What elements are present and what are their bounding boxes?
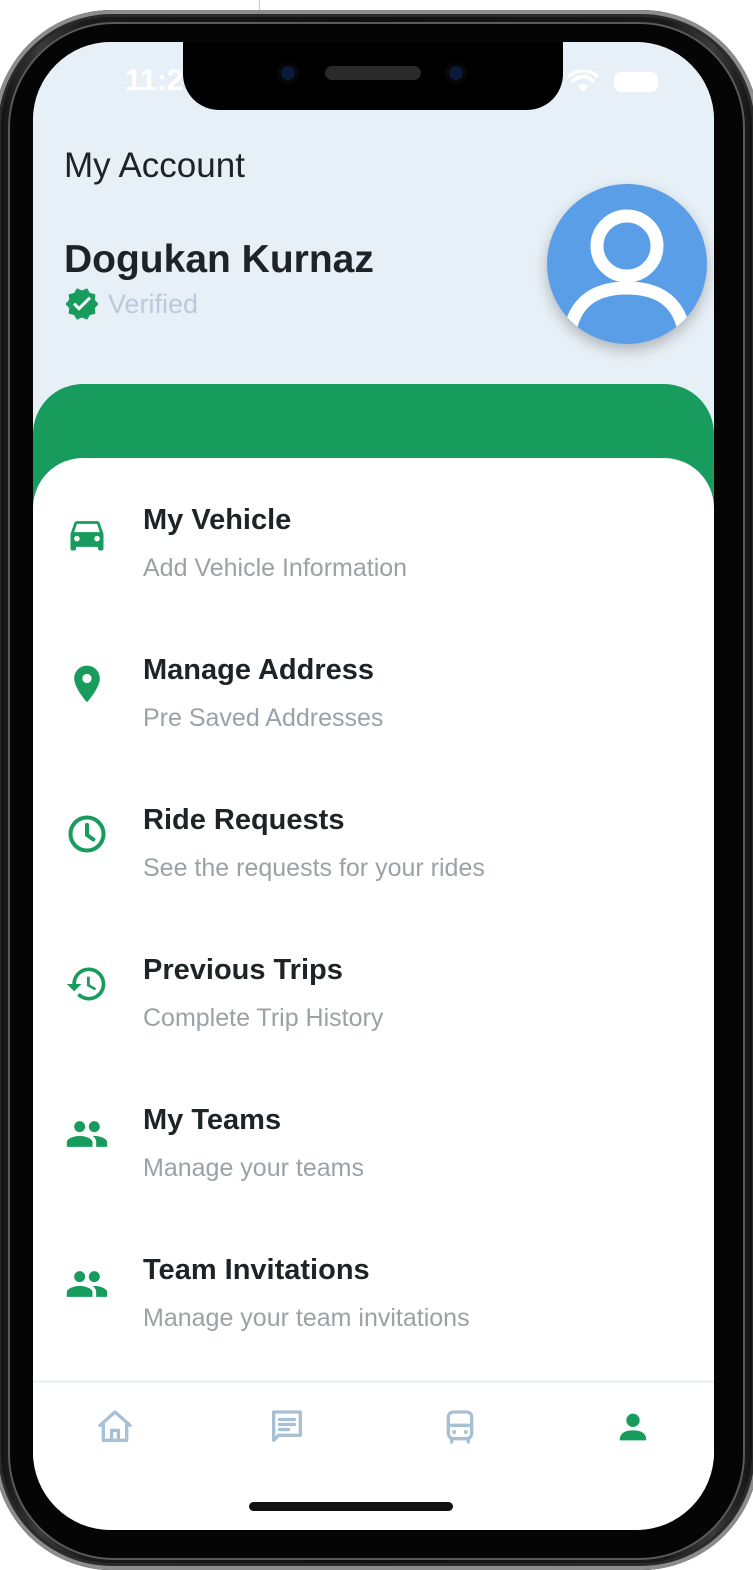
battery-icon bbox=[614, 72, 658, 92]
menu-item-subtitle: Manage your teams bbox=[143, 1154, 364, 1182]
car-icon bbox=[70, 521, 104, 551]
menu-item-my-vehicle[interactable]: My Vehicle Add Vehicle Information bbox=[33, 492, 714, 642]
avatar[interactable] bbox=[547, 184, 707, 344]
clock-icon bbox=[68, 815, 106, 853]
wifi-icon bbox=[568, 70, 598, 92]
menu-item-title: Manage Address bbox=[143, 654, 374, 686]
status-icons bbox=[568, 70, 658, 94]
location-pin-icon bbox=[74, 665, 100, 703]
menu-item-title: My Teams bbox=[143, 1104, 282, 1136]
nav-home-button[interactable] bbox=[95, 1407, 135, 1447]
menu-item-my-teams[interactable]: My Teams Manage your teams bbox=[33, 1092, 714, 1242]
menu-item-subtitle: Complete Trip History bbox=[143, 1004, 384, 1032]
chat-icon bbox=[272, 1410, 302, 1442]
app-screen: 11:2 My Account Dogukan Kurnaz Verified bbox=[33, 42, 714, 1530]
camera-icon bbox=[277, 62, 299, 84]
sensor-icon bbox=[445, 62, 467, 84]
account-menu: My Vehicle Add Vehicle Information Manag… bbox=[33, 492, 714, 1392]
verified-badge: Verified bbox=[64, 286, 198, 322]
nav-messages-button[interactable] bbox=[267, 1407, 307, 1447]
menu-item-manage-address[interactable]: Manage Address Pre Saved Addresses bbox=[33, 642, 714, 792]
menu-item-previous-trips[interactable]: Previous Trips Complete Trip History bbox=[33, 942, 714, 1092]
menu-item-title: Ride Requests bbox=[143, 804, 345, 836]
home-icon bbox=[98, 1410, 132, 1442]
bus-icon bbox=[446, 1410, 474, 1444]
menu-item-title: My Vehicle bbox=[143, 504, 292, 536]
home-indicator[interactable] bbox=[249, 1502, 453, 1511]
menu-item-title: Team Invitations bbox=[143, 1254, 370, 1286]
menu-item-team-invitations[interactable]: Team Invitations Manage your team invita… bbox=[33, 1242, 714, 1392]
people-icon bbox=[66, 1121, 108, 1147]
menu-item-subtitle: See the requests for your rides bbox=[143, 854, 485, 882]
status-time: 11:2 bbox=[125, 64, 184, 97]
menu-item-title: Previous Trips bbox=[143, 954, 343, 986]
nav-profile-button[interactable] bbox=[613, 1407, 653, 1447]
menu-item-ride-requests[interactable]: Ride Requests See the requests for your … bbox=[33, 792, 714, 942]
menu-item-subtitle: Pre Saved Addresses bbox=[143, 704, 384, 732]
history-icon bbox=[66, 967, 106, 1001]
person-icon bbox=[564, 209, 690, 328]
menu-item-subtitle: Manage your team invitations bbox=[143, 1304, 470, 1332]
nav-rides-button[interactable] bbox=[440, 1407, 480, 1447]
people-icon bbox=[66, 1271, 108, 1297]
user-name: Dogukan Kurnaz bbox=[64, 238, 374, 281]
menu-item-subtitle: Add Vehicle Information bbox=[143, 554, 408, 582]
speaker-grille bbox=[325, 66, 421, 80]
profile-icon bbox=[619, 1413, 647, 1441]
verified-check-icon bbox=[65, 288, 99, 320]
phone-notch bbox=[183, 42, 563, 110]
verified-label: Verified bbox=[108, 288, 199, 319]
page-title: My Account bbox=[64, 146, 245, 185]
